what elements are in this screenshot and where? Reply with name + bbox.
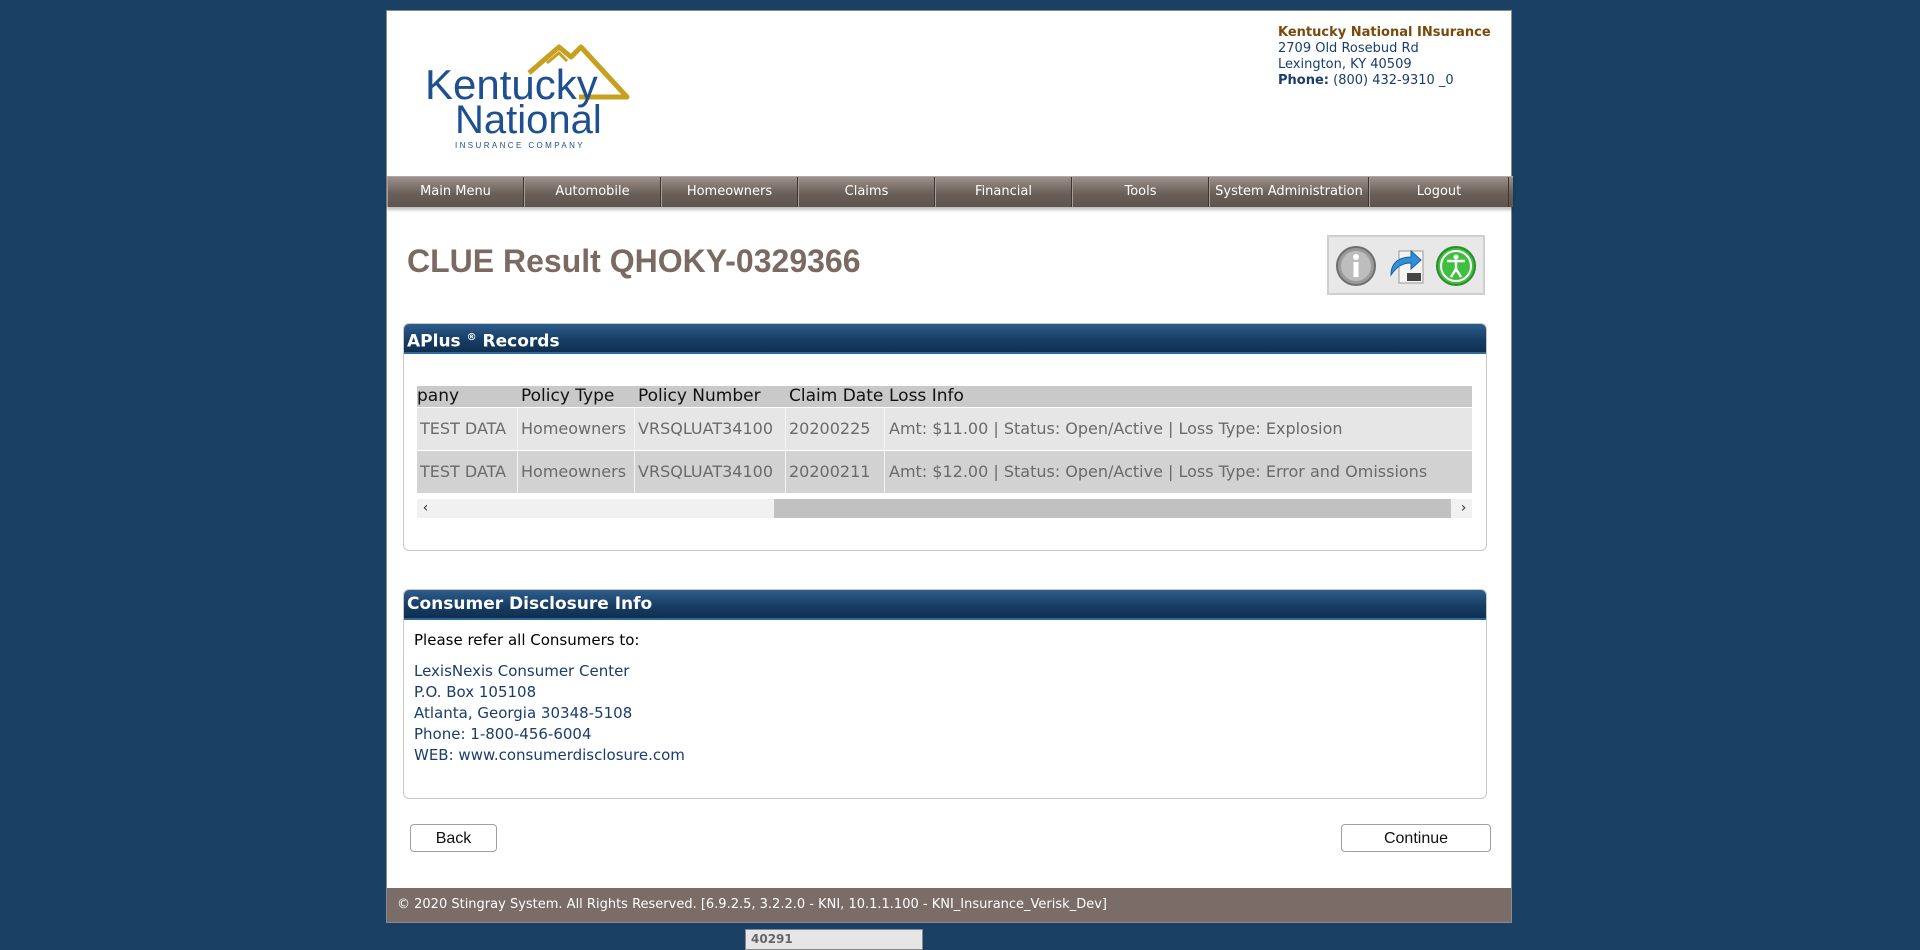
disclosure-line: P.O. Box 105108	[414, 683, 537, 701]
page-title: CLUE Result QHOKY-0329366	[407, 243, 861, 279]
nav-homeowners[interactable]: Homeowners	[661, 177, 798, 207]
cell-claim-date: 20200225	[789, 419, 871, 438]
col-claim-date: Claim Date	[789, 386, 884, 406]
records-heading-suffix: Records	[482, 331, 560, 352]
consumer-disclosure-panel: Consumer Disclosure Info Please refer al…	[403, 589, 1487, 799]
address-street: 2709 Old Rosebud Rd	[1278, 41, 1419, 56]
horizontal-scrollbar[interactable]: ‹ ›	[417, 499, 1472, 518]
aplus-records-panel: APlus ® Records pany Policy Type Policy …	[403, 323, 1487, 551]
cell-loss-info: Amt: $11.00 | Status: Open/Active | Loss…	[889, 419, 1343, 438]
records-table-header: pany Policy Type Policy Number Claim Dat…	[417, 386, 1472, 407]
disclosure-body: Please refer all Consumers to: LexisNexi…	[404, 620, 1486, 774]
svg-text:National: National	[455, 98, 602, 142]
nav-system-administration[interactable]: System Administration	[1209, 177, 1369, 207]
col-company: pany	[417, 386, 460, 406]
cell-claim-date: 20200211	[789, 462, 871, 481]
scroll-right-icon[interactable]: ›	[1455, 499, 1472, 518]
cell-policy-number: VRSQLUAT34100	[638, 419, 774, 438]
col-loss-info: Loss Info	[889, 386, 964, 406]
cell-company: TEST DATA	[420, 419, 507, 438]
page-container: Kentucky National INSURANCE COMPANY Kent…	[386, 10, 1513, 923]
table-row: TEST DATA Homeowners VRSQLUAT34100 20200…	[417, 408, 1472, 450]
company-name: Kentucky National INsurance	[1278, 25, 1491, 40]
scroll-left-icon[interactable]: ‹	[417, 499, 434, 518]
cell-policy-type: Homeowners	[521, 462, 627, 481]
disclosure-line: Phone: 1-800-456-6004	[414, 725, 592, 743]
records-heading-text: APlus	[407, 331, 461, 352]
registered-mark: ®	[466, 332, 477, 343]
company-address: Kentucky National INsurance 2709 Old Ros…	[1278, 25, 1491, 89]
nav-tools[interactable]: Tools	[1072, 177, 1209, 207]
phone-number: (800) 432-9310 _0	[1333, 73, 1454, 88]
disclosure-line: LexisNexis Consumer Center	[414, 662, 630, 680]
nav-automobile[interactable]: Automobile	[524, 177, 661, 207]
accessibility-icon[interactable]	[1435, 245, 1477, 287]
cell-loss-info: Amt: $12.00 | Status: Open/Active | Loss…	[889, 462, 1428, 481]
nav-logout[interactable]: Logout	[1369, 177, 1509, 207]
address-city: Lexington, KY 40509	[1278, 57, 1412, 72]
phone-label: Phone:	[1278, 73, 1329, 88]
svg-text:INSURANCE COMPANY: INSURANCE COMPANY	[455, 141, 585, 150]
share-icon[interactable]	[1385, 245, 1427, 287]
nav-main-menu[interactable]: Main Menu	[387, 177, 524, 207]
records-table-scroll[interactable]: pany Policy Type Policy Number Claim Dat…	[417, 386, 1472, 520]
nav-financial[interactable]: Financial	[935, 177, 1072, 207]
consumer-disclosure-header: Consumer Disclosure Info	[404, 590, 1486, 620]
info-icon[interactable]	[1335, 245, 1377, 287]
status-tag: 40291	[745, 929, 923, 950]
continue-button[interactable]: Continue	[1341, 824, 1491, 852]
table-row: TEST DATA Homeowners VRSQLUAT34100 20200…	[417, 451, 1472, 493]
disclosure-lead: Please refer all Consumers to:	[414, 631, 640, 649]
cell-company: TEST DATA	[420, 462, 507, 481]
scrollbar-thumb[interactable]	[774, 499, 1451, 518]
col-policy-number: Policy Number	[638, 386, 761, 406]
cell-policy-type: Homeowners	[521, 419, 627, 438]
page-actions-toolbar	[1327, 235, 1485, 295]
nav-claims[interactable]: Claims	[798, 177, 935, 207]
company-phone: Phone: (800) 432-9310 _0	[1278, 73, 1491, 89]
back-button[interactable]: Back	[410, 824, 497, 852]
main-nav: Main Menu Automobile Homeowners Claims F…	[387, 176, 1513, 207]
cell-policy-number: VRSQLUAT34100	[638, 462, 774, 481]
aplus-records-header: APlus ® Records	[404, 324, 1486, 354]
col-policy-type: Policy Type	[521, 386, 615, 406]
disclosure-line: Atlanta, Georgia 30348-5108	[414, 704, 633, 722]
company-logo: Kentucky National INSURANCE COMPANY	[425, 44, 630, 150]
disclosure-web: WEB: www.consumerdisclosure.com	[414, 746, 685, 764]
footer-copyright: © 2020 Stingray System. All Rights Reser…	[387, 888, 1511, 922]
